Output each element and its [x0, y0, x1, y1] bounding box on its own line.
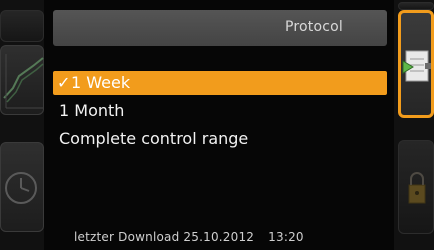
- clock-icon: [5, 172, 37, 204]
- protocol-range-menu: ✓1 Week 1 Month Complete control range: [53, 71, 387, 155]
- right-top-button[interactable]: [398, 2, 434, 10]
- header-bar: Protocol: [53, 10, 387, 46]
- menu-item-1-month[interactable]: 1 Month: [53, 99, 387, 123]
- last-download-info: letzter Download 25.10.2012 13:20: [74, 230, 304, 244]
- chart-button[interactable]: [0, 45, 44, 115]
- page-title: Protocol: [284, 19, 343, 35]
- last-download-time: 13:20: [268, 230, 304, 244]
- last-download-date: 25.10.2012: [183, 230, 255, 244]
- clock-button[interactable]: [0, 142, 44, 232]
- menu-item-label: 1 Month: [59, 101, 125, 120]
- protocol-screen: Protocol ✓1 Week 1 Month Complete contro…: [0, 0, 434, 250]
- left-top-button[interactable]: [0, 10, 44, 42]
- lock-icon: [408, 172, 426, 204]
- chart-icon: [3, 54, 44, 109]
- menu-item-label: 1 Week: [71, 73, 131, 92]
- left-sidebar: [0, 0, 44, 250]
- right-sidebar: [394, 0, 434, 250]
- menu-item-complete-control-range[interactable]: Complete control range: [53, 127, 387, 151]
- download-protocol-icon: [402, 50, 431, 82]
- protocol-button[interactable]: [398, 10, 434, 118]
- check-icon: ✓: [57, 73, 71, 92]
- menu-item-1-week[interactable]: ✓1 Week: [53, 71, 387, 95]
- lock-button[interactable]: [398, 140, 434, 234]
- menu-item-label: Complete control range: [59, 129, 249, 148]
- last-download-label: letzter Download: [74, 230, 180, 244]
